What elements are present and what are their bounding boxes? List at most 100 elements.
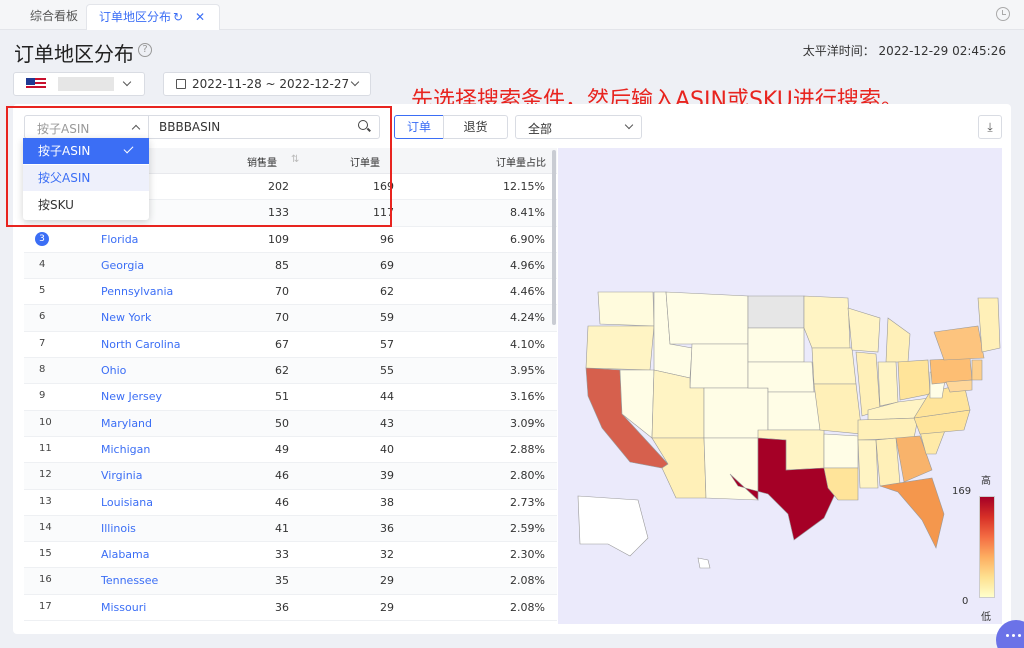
state-link[interactable]: Louisiana xyxy=(101,496,153,509)
map-state-iowa xyxy=(811,347,857,385)
map-state-north-dakota xyxy=(747,295,805,329)
table-scrollbar[interactable] xyxy=(552,150,556,325)
orders-cell: 57 xyxy=(380,337,394,351)
rank-cell: 9 xyxy=(39,390,46,402)
map-state-ohio xyxy=(897,359,931,401)
pct-cell: 2.88% xyxy=(510,442,545,456)
table-row: 13 Louisiana 46 38 2.73% xyxy=(24,490,557,516)
state-link[interactable]: Florida xyxy=(101,233,138,246)
orders-cell: 39 xyxy=(380,469,394,483)
pct-cell: 2.30% xyxy=(510,548,545,562)
sales-cell: 62 xyxy=(275,364,289,378)
rank-cell: 13 xyxy=(39,495,52,507)
orders-cell: 36 xyxy=(380,521,394,535)
orders-cell: 55 xyxy=(380,364,394,378)
header-pct: 订单量占比 xyxy=(496,158,546,169)
map-state-wyoming xyxy=(689,343,749,389)
tab-orders[interactable]: 订单 xyxy=(394,115,444,139)
state-link[interactable]: New York xyxy=(101,311,151,324)
pct-cell: 2.59% xyxy=(510,521,545,535)
chevron-down-icon xyxy=(624,120,634,130)
table-row: 15 Alabama 33 32 2.30% xyxy=(24,542,557,569)
clock-icon[interactable] xyxy=(996,7,1010,21)
download-button[interactable]: ⤓ xyxy=(978,115,1002,139)
map-state-arizona xyxy=(651,437,707,499)
sales-cell: 70 xyxy=(275,311,289,325)
map-state-illinois xyxy=(855,351,881,417)
country-select[interactable] xyxy=(13,72,145,96)
sales-cell: 46 xyxy=(275,469,289,483)
table-row: 12 Virginia 46 39 2.80% xyxy=(24,463,557,490)
close-icon[interactable]: ✕ xyxy=(195,5,205,29)
pct-cell: 2.73% xyxy=(510,495,545,509)
sales-cell: 109 xyxy=(268,232,289,246)
tab-dashboard[interactable]: 综合看板 xyxy=(18,4,90,30)
type-select[interactable]: 全部 xyxy=(515,115,642,139)
state-link[interactable]: Tennessee xyxy=(101,574,158,587)
state-link[interactable]: Virginia xyxy=(101,469,142,482)
sales-cell: 33 xyxy=(275,548,289,562)
table-row: 6 New York 70 59 4.24% xyxy=(24,305,557,332)
table-row: 7 North Carolina 67 57 4.10% xyxy=(24,332,557,359)
rank-cell: 14 xyxy=(39,521,52,533)
orders-cell: 38 xyxy=(380,495,394,509)
state-link[interactable]: Ohio xyxy=(101,364,126,377)
store-name-redacted xyxy=(58,77,114,91)
map-state-maryland xyxy=(945,379,973,393)
table-body: 120216912.15%2a1331178.41%3Florida109966… xyxy=(24,174,557,622)
table-row: 11 Michigan 49 40 2.88% xyxy=(24,437,557,464)
map-state-mississippi xyxy=(857,439,879,489)
map-state-pennsylvania xyxy=(929,357,973,385)
orders-cell: 59 xyxy=(380,311,394,325)
map-state-alabama xyxy=(875,437,901,487)
chevron-down-icon xyxy=(122,77,132,87)
rank-cell: 16 xyxy=(39,574,52,586)
table-row: 3 Florida 109 96 6.90% xyxy=(24,227,557,253)
refresh-icon[interactable]: ↻ xyxy=(173,5,183,29)
map-state-arkansas xyxy=(823,433,859,469)
map-state-minnesota xyxy=(803,295,851,349)
map-state-wisconsin xyxy=(847,307,881,353)
pct-cell: 12.15% xyxy=(503,180,545,193)
state-link[interactable]: Alabama xyxy=(101,548,150,561)
tab-returns[interactable]: 退货 xyxy=(443,115,508,139)
sales-cell: 67 xyxy=(275,337,289,351)
legend-high-label: 高 xyxy=(981,476,991,487)
map-state-hawaii xyxy=(697,557,711,569)
tab-order-region[interactable]: 订单地区分布 ↻ ✕ xyxy=(86,4,220,30)
sales-cell: 35 xyxy=(275,574,289,588)
map-state-florida xyxy=(879,477,945,549)
rank-cell: 5 xyxy=(39,285,46,297)
map-state-washington xyxy=(597,291,655,327)
table-row: 10 Maryland 50 43 3.09% xyxy=(24,410,557,437)
legend-min-value: 0 xyxy=(962,596,969,607)
state-link[interactable]: Michigan xyxy=(101,443,150,456)
date-range-picker[interactable]: 2022-11-28 ~ 2022-12-27 xyxy=(163,72,371,96)
pct-cell: 4.10% xyxy=(510,337,545,351)
sales-cell: 51 xyxy=(275,390,289,404)
state-link[interactable]: Illinois xyxy=(101,522,136,535)
map-state-new-york xyxy=(933,325,985,361)
pct-cell: 4.46% xyxy=(510,285,545,299)
state-link[interactable]: Georgia xyxy=(101,259,144,272)
sales-cell: 70 xyxy=(275,285,289,299)
map-state-michigan xyxy=(885,317,911,363)
rank-cell: 3 xyxy=(35,231,49,246)
pct-cell: 4.24% xyxy=(510,311,545,325)
pct-cell: 2.80% xyxy=(510,469,545,483)
sales-cell: 46 xyxy=(275,495,289,509)
orders-cell: 96 xyxy=(380,232,394,246)
table-row: 17 Missouri 36 29 2.08% xyxy=(24,595,557,622)
map-legend-gradient[interactable] xyxy=(979,496,995,598)
state-link[interactable]: North Carolina xyxy=(101,338,181,351)
info-icon[interactable]: ? xyxy=(138,43,152,57)
state-link[interactable]: Missouri xyxy=(101,601,146,614)
state-link[interactable]: Pennsylvania xyxy=(101,285,173,298)
state-link[interactable]: New Jersey xyxy=(101,390,162,403)
rank-cell: 6 xyxy=(39,311,46,323)
state-link[interactable]: Maryland xyxy=(101,417,152,430)
rank-cell: 4 xyxy=(39,258,46,270)
us-flag-icon xyxy=(26,78,46,90)
annotation-highlight-box xyxy=(6,106,392,227)
orders-cell: 44 xyxy=(380,390,394,404)
